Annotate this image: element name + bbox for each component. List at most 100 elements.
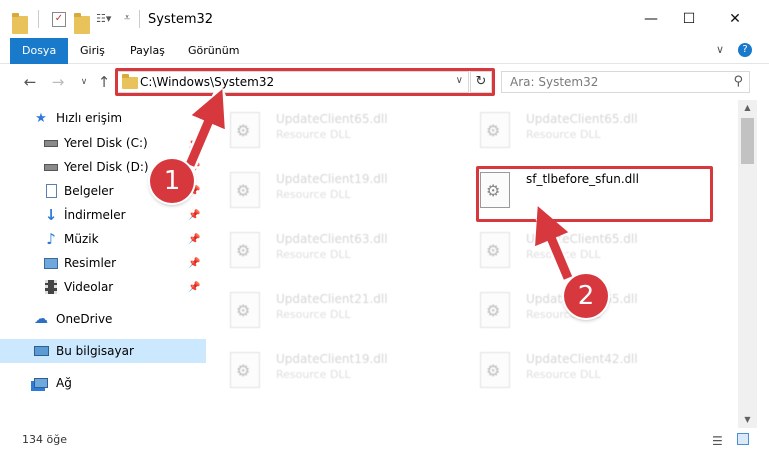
file-type: Resource DLL [526,128,601,141]
highlight-box-target-file [476,166,713,222]
sidebar-item-quick-access[interactable]: ★ Hızlı erişim [0,106,206,130]
file-type: Resource DLL [276,308,351,321]
drive-icon [43,159,59,175]
list-item[interactable]: UpdateClient42.dll Resource DLL [468,344,708,394]
scrollbar-thumb[interactable] [741,118,754,164]
tab-gorunum[interactable]: Görünüm [176,38,251,64]
new-folder-icon[interactable] [74,13,90,34]
cloud-icon: ☁ [34,311,48,327]
file-name: UpdateClient42.dll [526,352,638,366]
address-row: ← → ∨ ↑ C:\Windows\System32 ∨ ↻ Ara: Sys… [0,64,769,100]
vertical-scrollbar[interactable]: ▲ ▼ [738,100,757,428]
sidebar-item-label: Belgeler [64,184,114,198]
file-name: UpdateClient19.dll [276,172,388,186]
sidebar-item-label: İndirmeler [64,208,126,222]
file-name: UpdateClient19.dll [276,352,388,366]
search-icon: ⚲ [733,74,743,89]
drive-icon [43,135,59,151]
file-type: Resource DLL [526,248,601,261]
pictures-icon [43,255,59,271]
sidebar-item-label: Resimler [64,256,117,270]
file-list: UpdateClient65.dll Resource DLL UpdateCl… [218,100,738,428]
tab-giris[interactable]: Giriş [68,38,117,64]
large-icons-view-icon[interactable] [737,433,749,445]
search-input[interactable]: Ara: System32 ⚲ [501,71,750,93]
sidebar-item-this-pc[interactable]: Bu bilgisayar [0,339,206,363]
sidebar-item-videos[interactable]: Videolar 📌 [0,275,206,299]
maximize-button[interactable]: ☐ [666,0,712,38]
close-button[interactable]: ✕ [712,0,758,38]
quick-access-dropdown-icon[interactable]: ⩡ [124,11,130,29]
pin-icon[interactable]: 📌 [188,282,200,293]
recent-dropdown-icon[interactable]: ∨ [74,72,94,92]
file-type: Resource DLL [526,368,601,381]
music-icon: ♪ [46,230,56,248]
title-bar: ✓ ☷▾ ⩡ System32 — ☐ ✕ [0,0,769,38]
list-item[interactable]: UpdateClient19.dll Resource DLL [218,164,458,214]
dll-file-icon [230,352,260,388]
network-icon [33,375,49,391]
list-item[interactable]: UpdateClient65.dll Resource DLL [468,104,708,154]
list-item[interactable]: UpdateClient19.dll Resource DLL [218,344,458,394]
status-bar: 134 öğe ☰ [0,428,769,466]
sidebar-item-downloads[interactable]: ↓ İndirmeler 📌 [0,203,206,227]
scroll-up-icon[interactable]: ▲ [738,100,757,116]
pin-icon[interactable]: 📌 [188,210,200,221]
list-item[interactable]: UpdateClient21.dll Resource DLL [218,284,458,334]
file-name: UpdateClient65.dll [276,112,388,126]
file-name: UpdateClient65.dll [526,112,638,126]
folder-icon [12,13,28,34]
search-placeholder: Ara: System32 [510,75,599,89]
file-name: UpdateClient63.dll [276,232,388,246]
back-arrow-icon[interactable]: ← [20,72,40,92]
scroll-down-icon[interactable]: ▼ [738,412,757,428]
pin-icon[interactable]: 📌 [188,258,200,269]
forward-arrow-icon[interactable]: → [48,72,68,92]
sidebar-item-label: Hızlı erişim [56,111,123,125]
divider [38,10,39,28]
dll-file-icon [230,172,260,208]
dll-file-icon [230,112,260,148]
ribbon-collapse-icon[interactable]: ∨ [716,43,724,56]
file-name: UpdateClient65.dll [526,232,638,246]
pin-icon[interactable]: 📌 [188,234,200,245]
sidebar-item-label: Bu bilgisayar [56,344,134,358]
dll-file-icon [480,232,510,268]
computer-icon [33,343,49,359]
sidebar-item-network[interactable]: Ağ [0,371,206,395]
list-item[interactable]: UpdateClient65.dll Resource DLL [468,224,708,274]
navigation-pane: ★ Hızlı erişim Yerel Disk (C:) 📌 Yerel D… [0,100,206,428]
dll-file-icon [480,352,510,388]
sidebar-item-music[interactable]: ♪ Müzik 📌 [0,227,206,251]
divider [139,10,140,28]
sidebar-item-label: Ağ [56,376,72,390]
documents-icon [43,183,59,199]
sidebar-item-pictures[interactable]: Resimler 📌 [0,251,206,275]
list-item[interactable]: UpdateClient65.dll Resource DLL [218,104,458,154]
item-count: 134 öğe [22,433,67,446]
sidebar-item-onedrive[interactable]: ☁ OneDrive [0,307,206,331]
dll-file-icon [480,112,510,148]
dll-file-icon [230,292,260,328]
step-badge-1: 1 [150,159,194,203]
tab-paylas[interactable]: Paylaş [118,38,177,64]
file-type: Resource DLL [276,128,351,141]
tab-dosya[interactable]: Dosya [10,38,69,64]
sidebar-item-label: Videolar [64,280,114,294]
file-type: Resource DLL [276,368,351,381]
help-icon[interactable]: ? [738,43,752,57]
star-icon: ★ [35,110,47,126]
up-arrow-icon[interactable]: ↑ [94,72,114,92]
customize-icon[interactable]: ☷▾ [96,12,111,30]
pin-icon[interactable]: 📌 [188,138,200,149]
video-icon [43,279,59,295]
sidebar-item-label: Müzik [64,232,99,246]
file-type: Resource DLL [276,188,351,201]
properties-icon[interactable]: ✓ [52,12,66,27]
sidebar-item-disk-c[interactable]: Yerel Disk (C:) 📌 [0,131,206,155]
highlight-box-address [115,68,495,96]
step-badge-2: 2 [564,274,608,318]
sidebar-item-label: Yerel Disk (C:) [64,136,148,150]
list-item[interactable]: UpdateClient63.dll Resource DLL [218,224,458,274]
details-view-icon[interactable]: ☰ [712,434,723,448]
